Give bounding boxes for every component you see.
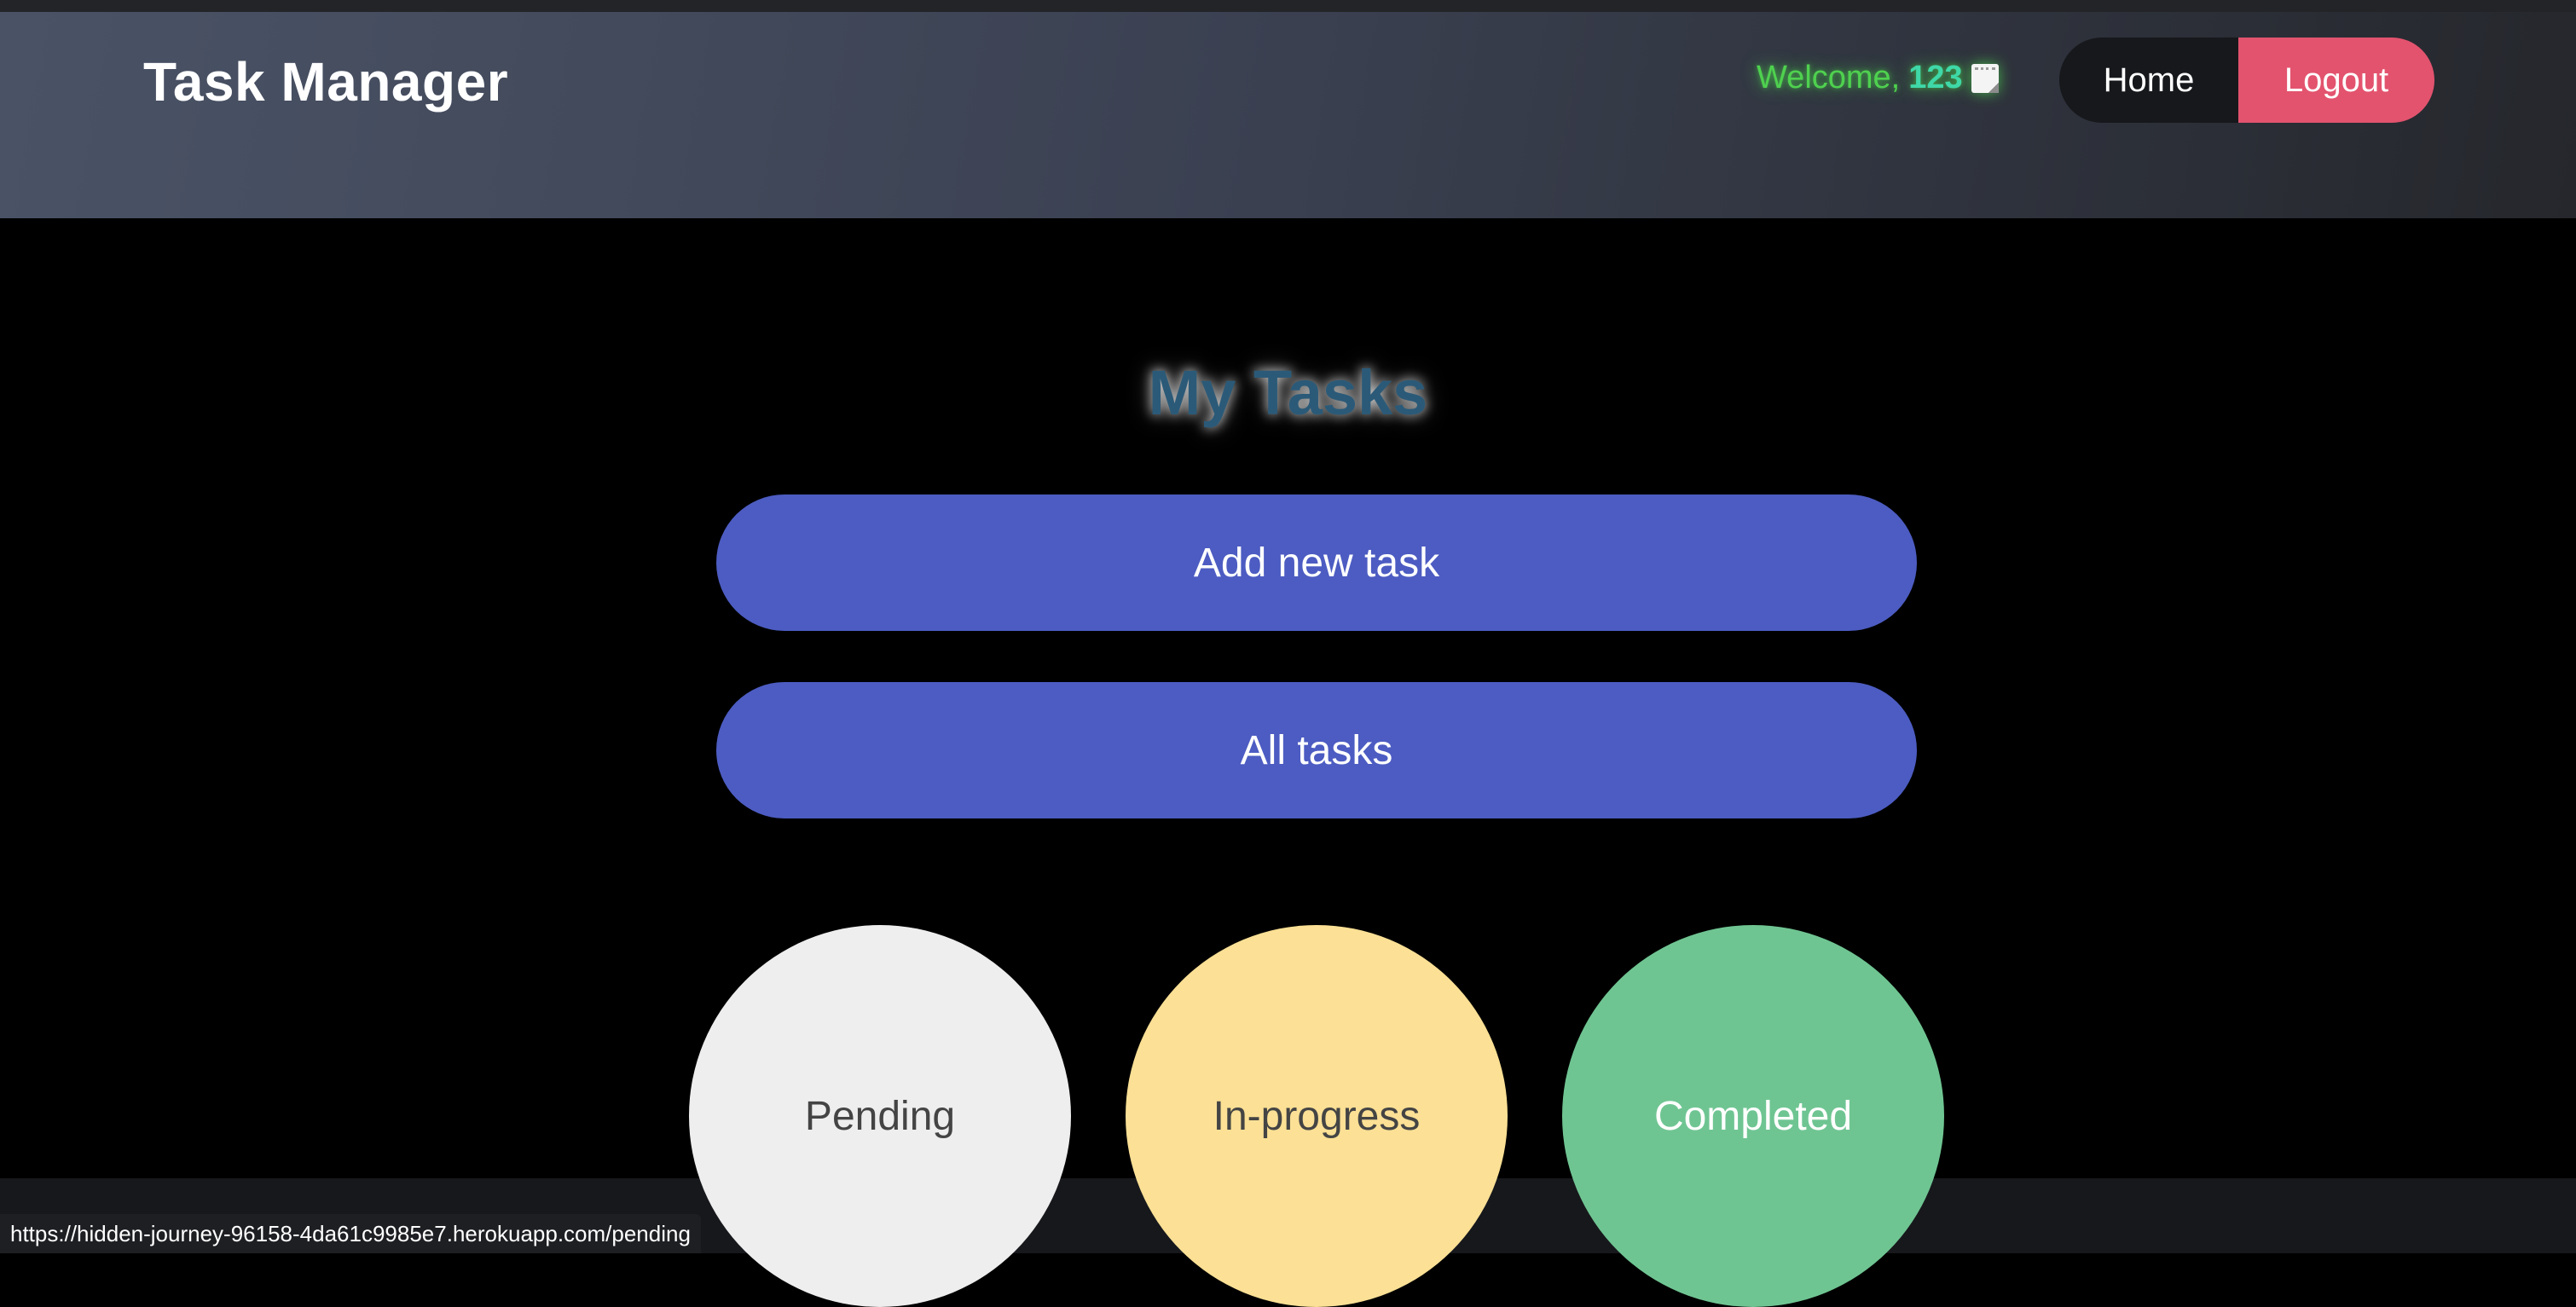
pending-filter-button[interactable]: Pending bbox=[689, 925, 1071, 1307]
welcome-message: Welcome, 123 bbox=[1757, 60, 1999, 96]
nav-group: Home Logout bbox=[2059, 38, 2434, 123]
logout-button[interactable]: Logout bbox=[2238, 38, 2434, 123]
add-new-task-button[interactable]: Add new task bbox=[716, 494, 1917, 631]
username: 123 bbox=[1908, 60, 1963, 95]
link-preview-statusbar: https://hidden-journey-96158-4da61c9985e… bbox=[0, 1214, 701, 1253]
home-button[interactable]: Home bbox=[2059, 38, 2238, 123]
navbar: Task Manager Welcome, 123 Home Logout bbox=[0, 12, 2576, 218]
memo-icon bbox=[1971, 63, 1999, 93]
browser-top-strip bbox=[0, 0, 2576, 12]
all-tasks-button[interactable]: All tasks bbox=[716, 682, 1917, 818]
in-progress-filter-button[interactable]: In-progress bbox=[1126, 925, 1508, 1307]
page-title: My Tasks bbox=[1148, 357, 1428, 428]
brand-title[interactable]: Task Manager bbox=[143, 50, 508, 113]
completed-filter-button[interactable]: Completed bbox=[1562, 925, 1944, 1307]
welcome-label: Welcome, bbox=[1757, 60, 1901, 95]
